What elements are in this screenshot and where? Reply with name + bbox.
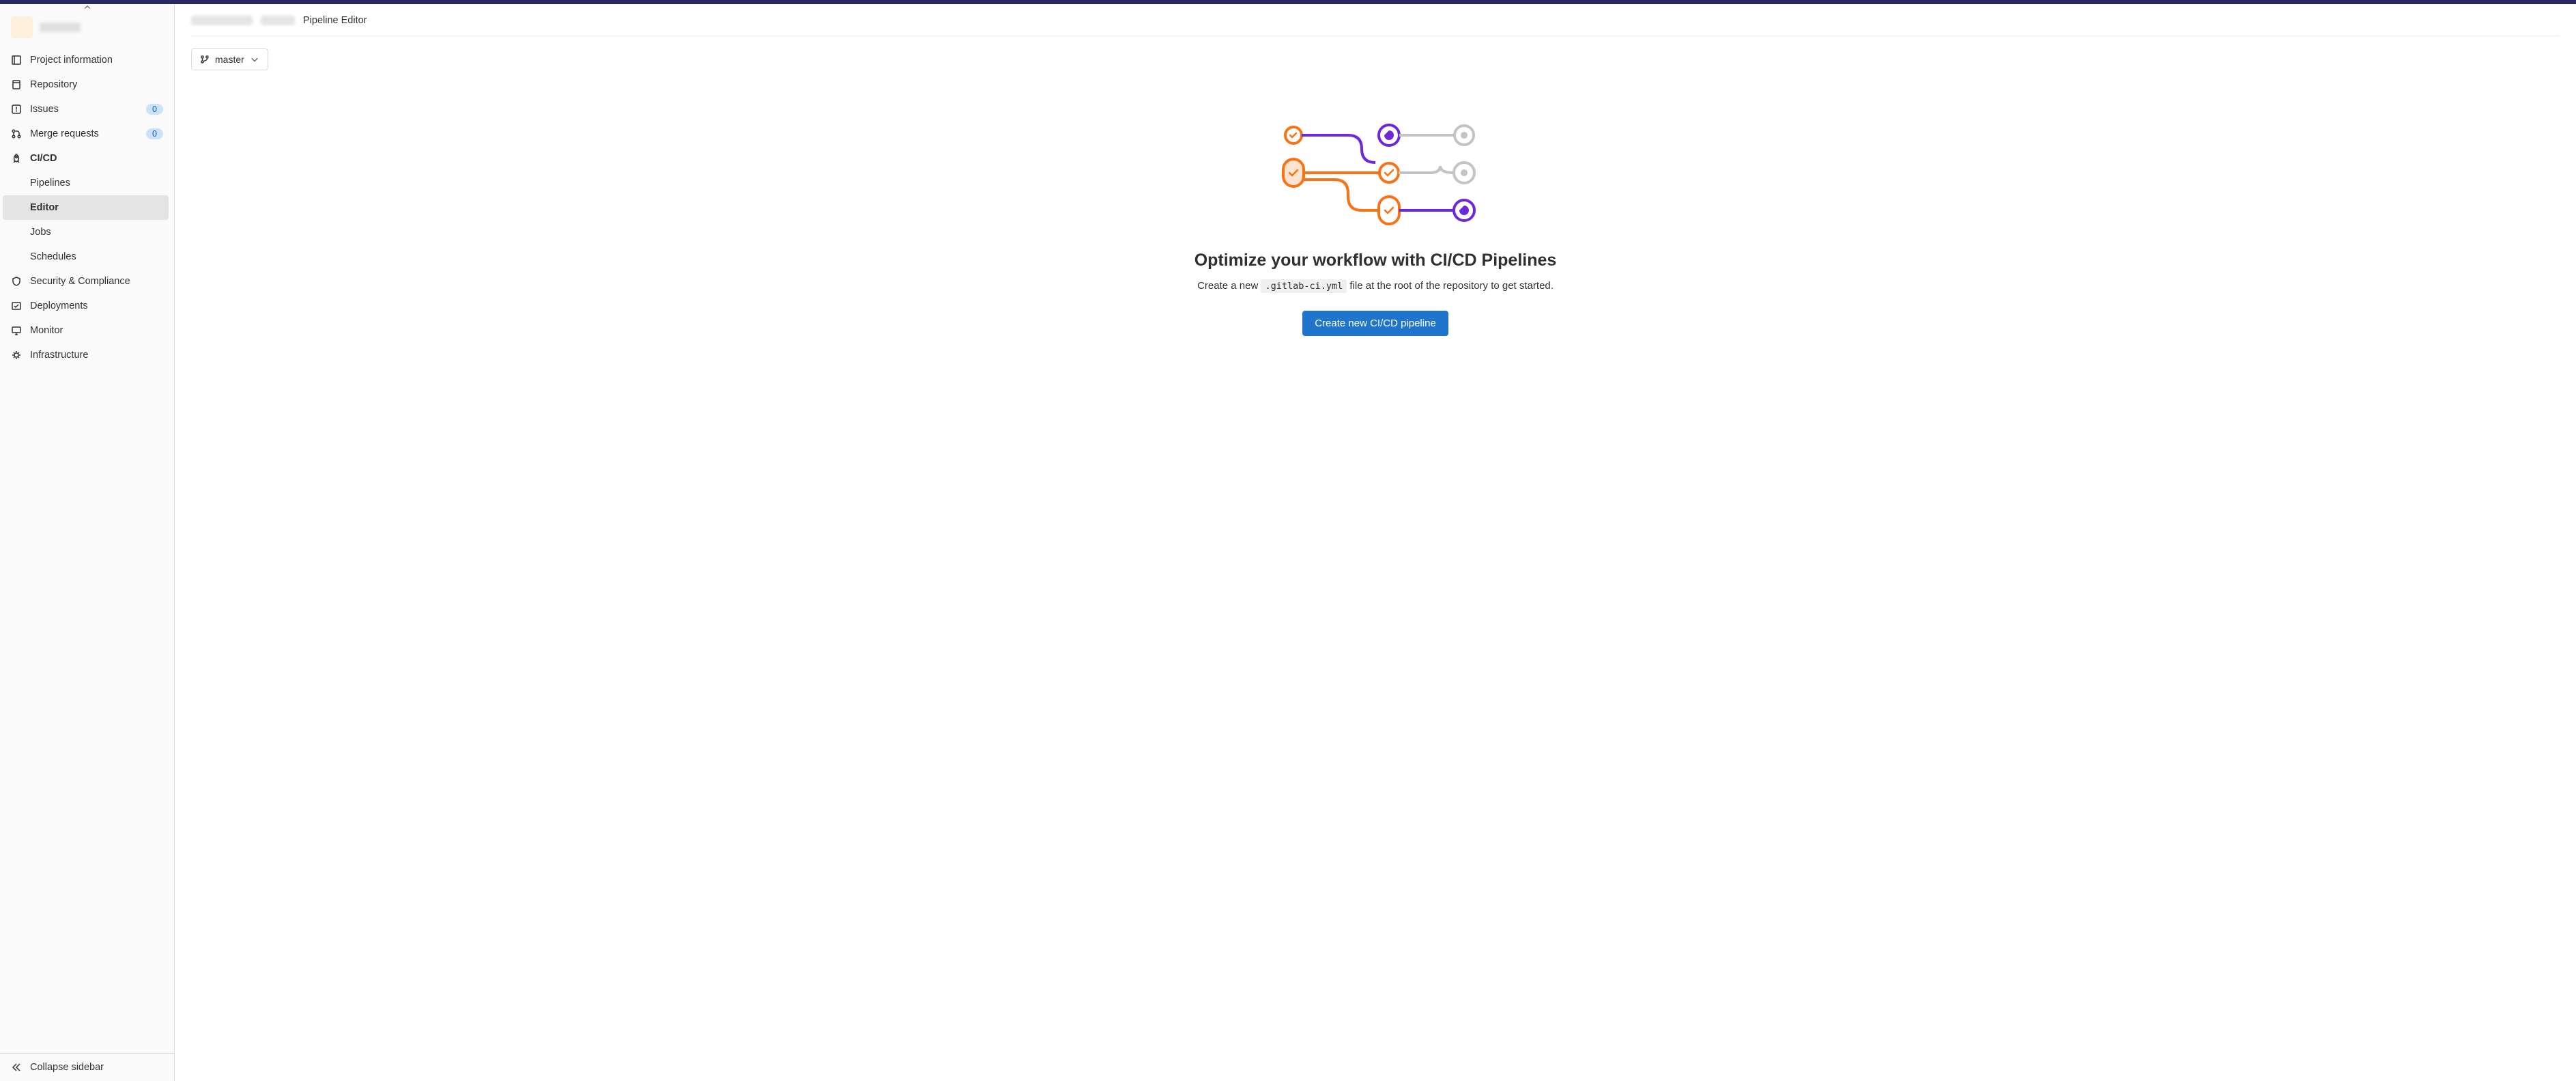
project-info-icon	[11, 55, 22, 66]
branch-selector[interactable]: master	[191, 48, 268, 70]
sidebar-item-project-information[interactable]: Project information	[0, 48, 174, 72]
subnav-editor[interactable]: Editor	[3, 195, 169, 220]
pipeline-illustration	[1266, 111, 1485, 234]
sidebar-scroll: Project information Repository Issues 0	[0, 4, 174, 1053]
project-avatar	[11, 16, 33, 38]
sidebar: Project information Repository Issues 0	[0, 4, 175, 1081]
empty-state: Optimize your workflow with CI/CD Pipeli…	[191, 111, 2560, 336]
infrastructure-icon	[11, 350, 22, 361]
sidebar-item-label: CI/CD	[30, 153, 163, 164]
sidebar-item-label: Deployments	[30, 300, 163, 311]
branch-icon	[200, 55, 210, 64]
main-content: Pipeline Editor master	[175, 4, 2576, 1081]
project-name	[40, 23, 81, 32]
cicd-subnav: Pipelines Editor Jobs Schedules	[0, 171, 174, 269]
desc-suffix: file at the root of the repository to ge…	[1347, 280, 1554, 292]
breadcrumb: Pipeline Editor	[191, 15, 2560, 36]
branch-name: master	[215, 54, 244, 65]
subnav-pipelines[interactable]: Pipelines	[30, 171, 174, 195]
mr-badge: 0	[146, 128, 163, 139]
sidebar-item-repository[interactable]: Repository	[0, 72, 174, 97]
empty-state-title: Optimize your workflow with CI/CD Pipeli…	[1194, 251, 1557, 270]
layout: Project information Repository Issues 0	[0, 4, 2576, 1081]
sidebar-item-label: Project information	[30, 55, 163, 66]
subnav-schedules[interactable]: Schedules	[30, 244, 174, 269]
chevron-down-icon	[250, 55, 259, 64]
rocket-icon	[11, 153, 22, 164]
sidebar-item-label: Merge requests	[30, 128, 138, 139]
chevron-up-icon[interactable]	[79, 2, 96, 13]
desc-code: .gitlab-ci.yml	[1261, 279, 1347, 293]
sidebar-item-label: Jobs	[30, 227, 51, 238]
breadcrumb-segment[interactable]	[261, 16, 295, 25]
sidebar-item-monitor[interactable]: Monitor	[0, 318, 174, 343]
monitor-icon	[11, 325, 22, 336]
repository-icon	[11, 79, 22, 90]
project-header[interactable]	[0, 10, 174, 48]
sidebar-item-merge-requests[interactable]: Merge requests 0	[0, 122, 174, 146]
breadcrumb-segment[interactable]	[191, 16, 253, 25]
sidebar-item-label: Infrastructure	[30, 350, 163, 361]
sidebar-item-label: Editor	[30, 202, 59, 213]
empty-state-description: Create a new .gitlab-ci.yml file at the …	[1197, 280, 1554, 292]
sidebar-item-label: Pipelines	[30, 178, 70, 188]
collapse-sidebar-button[interactable]: Collapse sidebar	[0, 1053, 174, 1081]
sidebar-item-infrastructure[interactable]: Infrastructure	[0, 343, 174, 367]
desc-prefix: Create a new	[1197, 280, 1261, 292]
sidebar-item-label: Repository	[30, 79, 163, 90]
shield-icon	[11, 276, 22, 287]
sidebar-item-issues[interactable]: Issues 0	[0, 97, 174, 122]
sidebar-item-cicd[interactable]: CI/CD	[0, 146, 174, 171]
issues-icon	[11, 104, 22, 115]
create-pipeline-button[interactable]: Create new CI/CD pipeline	[1302, 311, 1448, 336]
collapse-label: Collapse sidebar	[30, 1062, 104, 1073]
chevron-double-left-icon	[11, 1062, 22, 1073]
breadcrumb-current: Pipeline Editor	[303, 15, 367, 26]
merge-request-icon	[11, 128, 22, 139]
sidebar-item-label: Monitor	[30, 325, 163, 336]
subnav-jobs[interactable]: Jobs	[30, 220, 174, 244]
sidebar-item-label: Issues	[30, 104, 138, 115]
sidebar-item-security[interactable]: Security & Compliance	[0, 269, 174, 294]
issues-badge: 0	[146, 104, 163, 115]
sidebar-item-label: Security & Compliance	[30, 276, 163, 287]
sidebar-item-deployments[interactable]: Deployments	[0, 294, 174, 318]
sidebar-item-label: Schedules	[30, 251, 76, 262]
deployments-icon	[11, 300, 22, 311]
